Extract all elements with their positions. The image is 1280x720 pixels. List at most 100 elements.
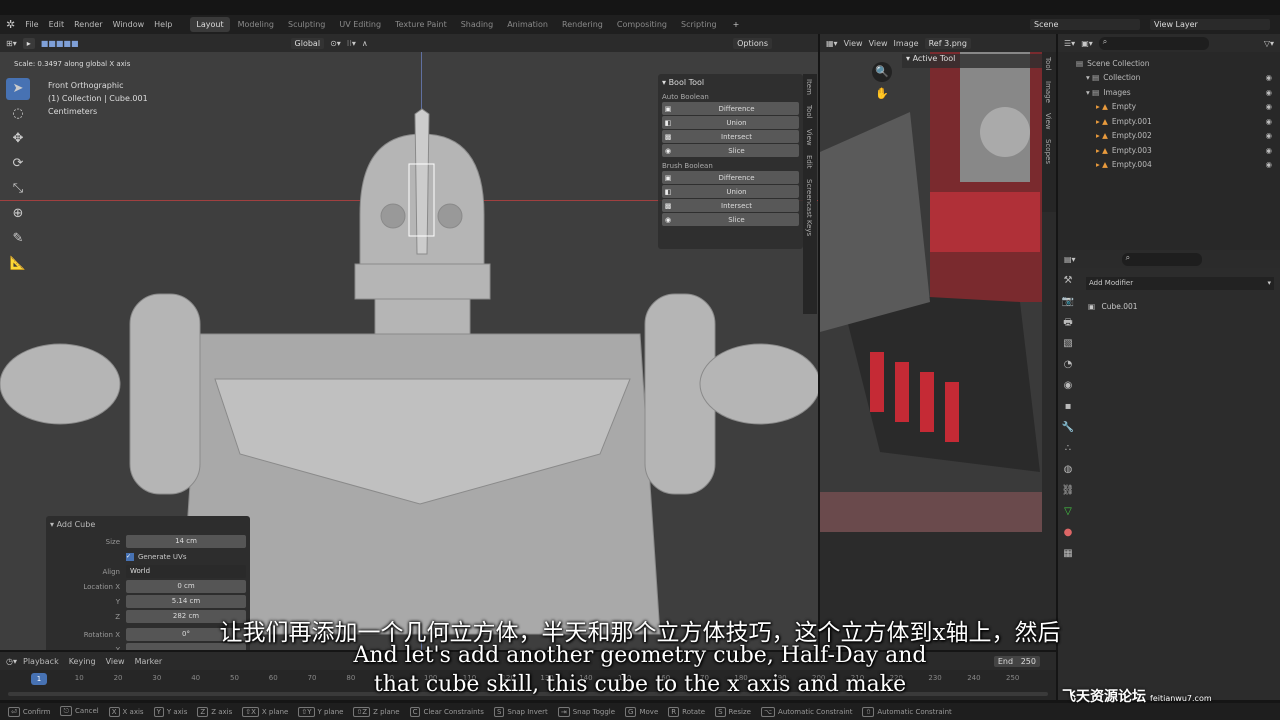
tab-modeling[interactable]: Modeling [232,17,280,32]
button-label: Union [726,118,747,127]
outliner-item[interactable]: ▾ ▤ Collection ◉ [1076,71,1280,86]
editor-type-icon[interactable]: ▦▾ [826,39,838,48]
visibility-eye-icon[interactable]: ◉ [1265,88,1272,97]
view-menu[interactable]: View [869,39,888,48]
image-editor-header: ▦▾ View View Image Ref 3.png [820,34,1056,52]
hint-label: X plane [261,707,289,716]
menu-window[interactable]: Window [113,20,145,29]
scene-selector[interactable]: Scene [1030,19,1140,30]
tab-shading[interactable]: Shading [455,17,500,32]
hint-label: Confirm [22,707,51,716]
outliner-item[interactable]: ▸ ▲ Empty ◉ [1076,100,1280,115]
sidebar-tab-item[interactable]: Item [803,74,815,100]
view-layer-tab-icon[interactable]: ▧ [1058,333,1078,354]
tab-compositing[interactable]: Compositing [611,17,673,32]
visibility-eye-icon[interactable]: ◉ [1265,131,1272,140]
location-x-field[interactable]: 0 cm [126,580,246,593]
material-tab-icon[interactable]: ● [1058,522,1078,543]
scene-collection-row[interactable]: ▤ Scene Collection [1076,56,1280,71]
align-dropdown[interactable]: World [126,565,246,578]
object-tab-icon[interactable]: ▪ [1058,396,1078,417]
display-mode-icon[interactable]: ☰▾ [1064,39,1075,48]
outliner-item[interactable]: ▸ ▲ Empty.003 ◉ [1076,143,1280,158]
view-mode-dropdown[interactable]: View [844,39,863,48]
image-tab-tool[interactable]: Tool [1042,52,1054,76]
filter-icon-left[interactable]: ▣▾ [1081,39,1093,48]
hint-label: Move [639,707,659,716]
brush-boolean-intersect-button[interactable]: ▩ Intersect [662,199,799,212]
pan-hand-icon[interactable]: ✋ [872,84,892,104]
outliner-item[interactable]: ▸ ▲ Empty.001 ◉ [1076,114,1280,129]
generate-uvs-checkbox[interactable]: ✓ [126,552,134,561]
tab-sculpting[interactable]: Sculpting [282,17,331,32]
zoom-icon[interactable]: 🔍 [872,62,892,82]
sidebar-tab-view[interactable]: View [803,124,815,151]
auto-boolean-union-button[interactable]: ◧ Union [662,116,799,129]
sidebar-tab-screencast-keys[interactable]: Screencast Keys [803,174,815,241]
scene-tab-icon[interactable]: ◔ [1058,354,1078,375]
size-field[interactable]: 14 cm [126,535,246,548]
menu-render[interactable]: Render [74,20,102,29]
filter-icon[interactable]: ▽▾ [1264,39,1274,48]
data-tab-icon[interactable]: ▽ [1058,501,1078,522]
world-tab-icon[interactable]: ◉ [1058,375,1078,396]
output-tab-icon[interactable]: 🖶 [1058,312,1078,333]
brush-boolean-slice-button[interactable]: ◉ Slice [662,213,799,226]
tab-rendering[interactable]: Rendering [556,17,609,32]
view-layer-selector[interactable]: View Layer [1150,19,1270,30]
brush-boolean-union-button[interactable]: ◧ Union [662,185,799,198]
auto-boolean-slice-button[interactable]: ◉ Slice [662,144,799,157]
status-hint: ⇧Z Z plane [353,706,400,717]
status-hint: XX axis [108,706,144,717]
hint-label: Z plane [373,707,400,716]
auto-boolean-difference-button[interactable]: ▣ Difference [662,102,799,115]
render-tab-icon[interactable]: 📷 [1058,291,1078,312]
menu-file[interactable]: File [25,20,38,29]
menu-edit[interactable]: Edit [49,20,65,29]
visibility-eye-icon[interactable]: ◉ [1265,146,1272,155]
modifier-tab-icon[interactable]: 🔧 [1058,417,1078,438]
outliner-item[interactable]: ▸ ▲ Empty.002 ◉ [1076,129,1280,144]
particles-tab-icon[interactable]: ∴ [1058,438,1078,459]
add-workspace-button[interactable]: + [733,20,740,29]
size-label: Size [105,537,120,546]
tool-tab-icon[interactable]: ⚒ [1058,270,1078,291]
visibility-eye-icon[interactable]: ◉ [1265,160,1272,169]
constraints-tab-icon[interactable]: ⛓ [1058,480,1078,501]
intersect-icon: ▩ [664,201,672,210]
visibility-eye-icon[interactable]: ◉ [1265,117,1272,126]
image-selector[interactable]: Ref 3.png [924,37,971,49]
menu-help[interactable]: Help [154,20,172,29]
outliner-item[interactable]: ▸ ▲ Empty.004 ◉ [1076,158,1280,173]
tab-uv-editing[interactable]: UV Editing [333,17,387,32]
add-cube-title: ▾ Add Cube [50,520,96,529]
tab-scripting[interactable]: Scripting [675,17,723,32]
empty-icon: ▸ ▲ [1096,160,1108,170]
tab-animation[interactable]: Animation [501,17,554,32]
sidebar-tab-tool[interactable]: Tool [803,100,815,124]
tab-layout[interactable]: Layout [190,17,230,32]
outliner: ☰▾ ▣▾ ⌕ ▽▾ ▤ Scene Collection ▾ ▤ Collect… [1058,34,1280,250]
add-modifier-dropdown[interactable]: Add Modifier ▾ [1086,277,1274,290]
image-tab-view[interactable]: View [1042,108,1054,135]
button-label: Difference [718,173,755,182]
image-tab-scopes[interactable]: Scopes [1042,134,1054,169]
image-tab-image[interactable]: Image [1042,76,1054,108]
image-menu[interactable]: Image [894,39,919,48]
tab-texture-paint[interactable]: Texture Paint [389,17,453,32]
sidebar-tab-edit[interactable]: Edit [803,150,815,174]
brush-boolean-difference-button[interactable]: ▣ Difference [662,171,799,184]
outliner-item[interactable]: ▾ ▤ Images ◉ [1076,85,1280,100]
location-y-field[interactable]: 5.14 cm [126,595,246,608]
visibility-eye-icon[interactable]: ◉ [1265,102,1272,111]
blender-logo-icon[interactable]: ✲ [6,18,15,31]
visibility-eye-icon[interactable]: ◉ [1265,73,1272,82]
auto-boolean-intersect-button[interactable]: ▩ Intersect [662,130,799,143]
outliner-search[interactable]: ⌕ [1098,36,1209,50]
editor-type-icon[interactable]: ▤▾ [1064,255,1076,264]
properties-search[interactable]: ⌕ [1121,252,1202,266]
texture-tab-icon[interactable]: ▦ [1058,543,1078,564]
image-editor[interactable]: ▦▾ View View Image Ref 3.png 🔍 ✋ ▾ Activ… [820,34,1056,650]
physics-tab-icon[interactable]: ◍ [1058,459,1078,480]
3d-viewport[interactable]: ⊞▾ ▸ ■■■■■ Global ⊙▾ ⁝⁝▾ ∧ Options Scale… [0,34,818,650]
